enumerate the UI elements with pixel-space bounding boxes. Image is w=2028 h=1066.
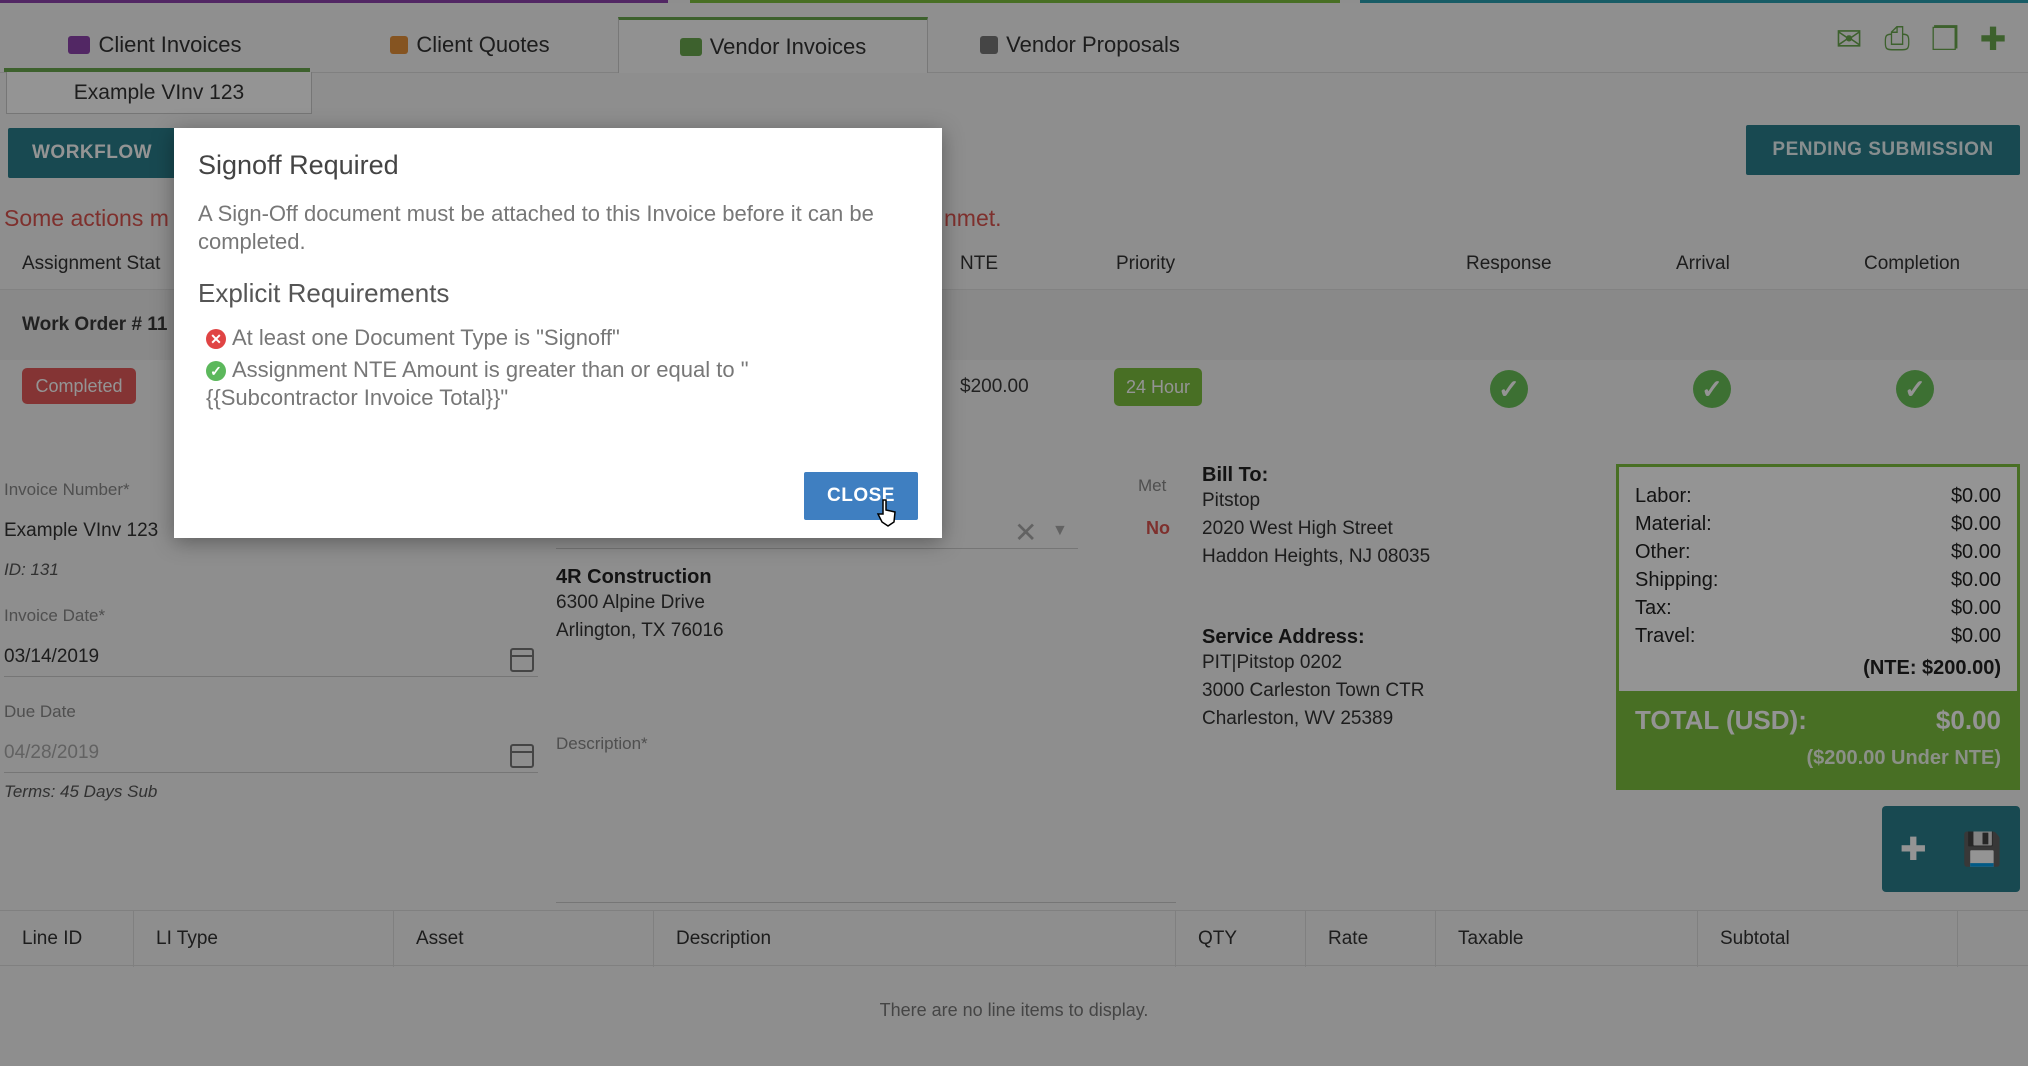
dialog-title: Signoff Required (198, 150, 399, 180)
signoff-required-dialog: Signoff Required A Sign-Off document mus… (174, 128, 942, 538)
requirement-met: ✓ Assignment NTE Amount is greater than o… (206, 356, 896, 412)
dialog-subtitle: Explicit Requirements (198, 278, 450, 308)
error-icon: ✕ (206, 329, 226, 349)
requirement-text: Assignment NTE Amount is greater than or… (206, 357, 749, 410)
requirement-unmet: ✕ At least one Document Type is "Signoff" (206, 324, 896, 352)
requirement-text: At least one Document Type is "Signoff" (232, 325, 620, 350)
dialog-body: A Sign-Off document must be attached to … (198, 201, 874, 254)
success-icon: ✓ (206, 361, 226, 381)
pointer-cursor-icon (876, 499, 896, 527)
close-button[interactable]: CLOSE (804, 472, 918, 520)
